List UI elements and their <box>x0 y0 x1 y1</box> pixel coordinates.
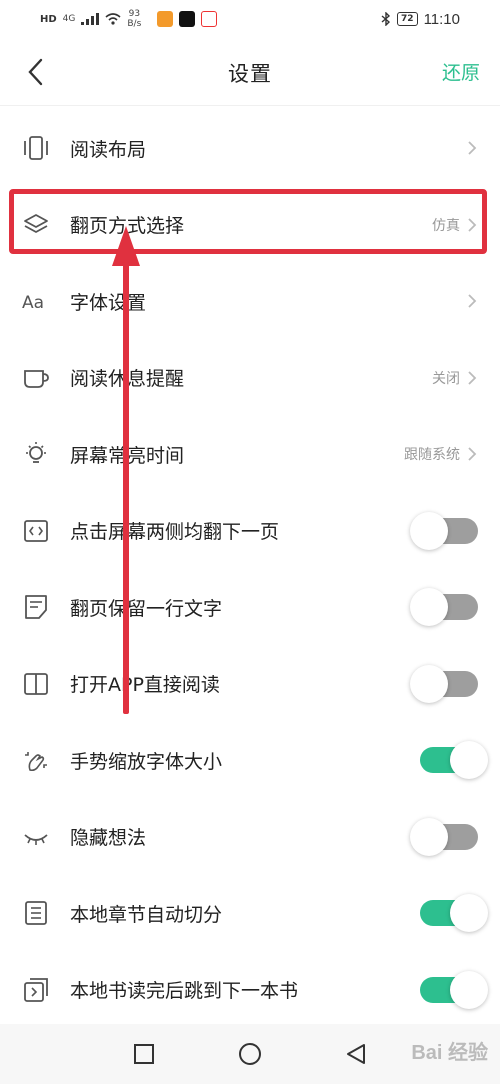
setting-value: 跟随系统 <box>404 447 460 464</box>
svg-text:Aa: Aa <box>22 293 44 313</box>
book-icon <box>22 670 50 698</box>
toggle-knob <box>450 970 488 1009</box>
toggle-switch[interactable] <box>420 970 488 1009</box>
status-right: 72 11:10 <box>381 11 460 28</box>
recents-square-icon[interactable] <box>132 1042 156 1066</box>
page-title: 设置 <box>228 61 272 86</box>
setting-label: 阅读布局 <box>70 138 147 161</box>
watermark-text: Bai 经验 <box>411 1042 488 1064</box>
battery-indicator: 72 <box>397 12 418 26</box>
toggle-knob <box>410 664 448 703</box>
toggle-switch[interactable] <box>410 817 478 856</box>
setting-row-page-turn-mode[interactable]: 翻页方式选择 仿真 <box>0 187 500 264</box>
setting-value: 关闭 <box>432 370 460 387</box>
setting-row-keep-one-line: 翻页保留一行文字 <box>0 569 500 646</box>
toggle-switch[interactable] <box>410 588 478 627</box>
setting-row-font-settings[interactable]: Aa 字体设置 <box>0 263 500 340</box>
setting-label: 屏幕常亮时间 <box>70 441 404 468</box>
eye-closed-icon <box>22 823 50 851</box>
wifi-icon <box>105 13 121 25</box>
status-left: HD 4G 93 B/s <box>40 9 218 29</box>
setting-row-tap-sides-next-page: 点击屏幕两侧均翻下一页 <box>0 493 500 570</box>
toggle-switch[interactable] <box>410 664 478 703</box>
bluetooth-icon <box>381 12 391 26</box>
toggle-switch[interactable] <box>420 741 488 780</box>
signal-icon <box>81 13 100 25</box>
chevron-right-icon <box>468 294 477 308</box>
restore-button[interactable]: 还原 <box>442 58 480 85</box>
setting-label: 隐藏想法 <box>70 827 147 850</box>
toggle-knob <box>410 588 448 627</box>
back-button[interactable] <box>18 54 54 90</box>
tiktok-app-icon <box>179 11 196 27</box>
app-header: 设置 还原 <box>0 40 500 106</box>
cup-icon <box>22 364 50 392</box>
font-icon: Aa <box>22 287 50 315</box>
chevron-right-icon <box>468 371 477 385</box>
video-app-icon <box>157 11 174 27</box>
setting-label: 本地章节自动切分 <box>70 903 223 926</box>
setting-label: 手势缩放字体大小 <box>70 750 223 773</box>
annotation-arrow-head <box>112 226 140 266</box>
toggle-switch[interactable] <box>420 894 488 933</box>
chevron-right-icon <box>468 218 477 232</box>
setting-row-rest-reminder[interactable]: 阅读休息提醒 关闭 <box>0 340 500 417</box>
back-arrow-icon <box>28 58 43 86</box>
setting-row-pinch-zoom-font: 手势缩放字体大小 <box>0 722 500 799</box>
status-bar: HD 4G 93 B/s 72 11:10 <box>0 0 500 38</box>
signal-type: 4G <box>62 14 76 24</box>
toggle-knob <box>410 817 448 856</box>
code-icon <box>22 517 50 545</box>
toggle-knob <box>450 894 488 933</box>
setting-label: 本地书读完后跳到下一本书 <box>70 980 299 1003</box>
annotation-arrow-shaft <box>123 262 129 714</box>
network-type: HD <box>40 13 57 25</box>
clock: 11:10 <box>423 10 460 28</box>
list-icon <box>22 899 50 927</box>
setting-row-next-book: 本地书读完后跳到下一本书 <box>0 952 500 1029</box>
toggle-knob <box>410 511 448 550</box>
back-triangle-icon[interactable] <box>344 1042 368 1066</box>
setting-row-hide-thoughts: 隐藏想法 <box>0 799 500 876</box>
settings-list: 阅读布局 翻页方式选择 仿真 Aa 字体设置 阅读休息提醒 关闭 屏幕常亮时间 … <box>0 110 500 1028</box>
net-speed-unit: B/s <box>127 19 142 29</box>
net-speed: 93 B/s <box>127 9 141 29</box>
setting-row-auto-split-chapters: 本地章节自动切分 <box>0 875 500 952</box>
gesture-icon <box>22 746 50 774</box>
layers-icon <box>22 211 50 239</box>
setting-row-reading-layout[interactable]: 阅读布局 <box>0 110 500 187</box>
layout-icon <box>22 134 50 162</box>
toggle-knob <box>450 741 488 780</box>
note-icon <box>22 593 50 621</box>
setting-row-screen-on-time[interactable]: 屏幕常亮时间 跟随系统 <box>0 416 500 493</box>
chevron-right-icon <box>468 141 477 155</box>
home-circle-icon[interactable] <box>238 1042 262 1066</box>
setting-value: 仿真 <box>432 217 460 234</box>
toggle-switch[interactable] <box>410 511 478 550</box>
setting-row-open-app-read: 打开APP直接阅读 <box>0 646 500 723</box>
news-app-icon <box>201 11 218 27</box>
chevron-right-icon <box>468 447 477 461</box>
net-speed-value: 93 <box>128 9 141 19</box>
next-book-icon <box>22 976 50 1004</box>
bulb-icon <box>22 440 50 468</box>
